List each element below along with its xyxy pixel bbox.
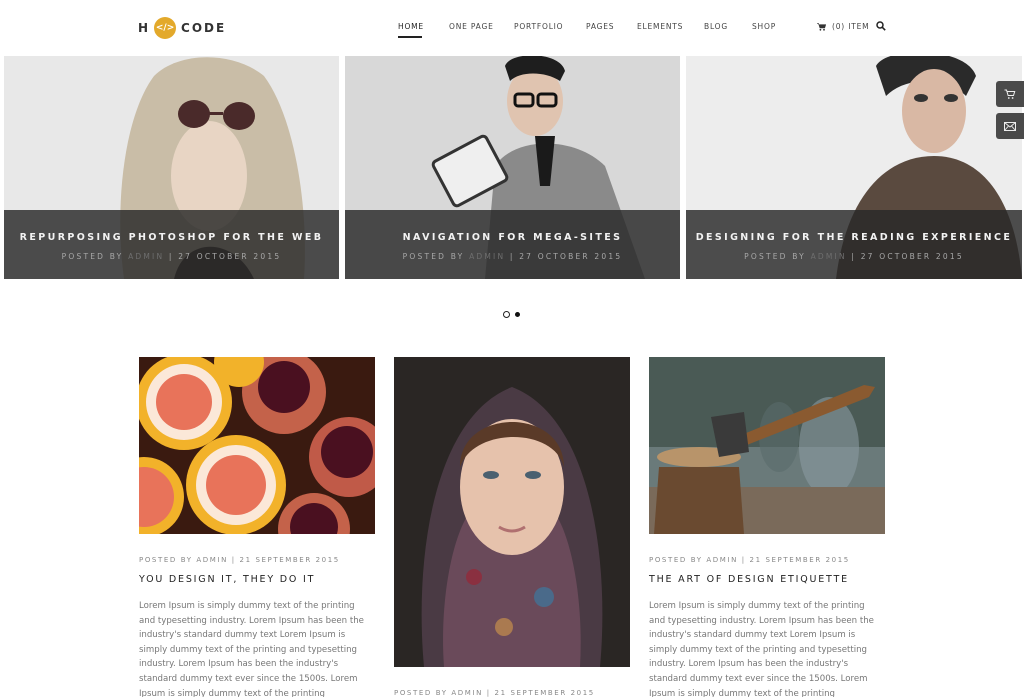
meta-separator: | [851, 252, 857, 261]
post-title[interactable]: THE ART OF DESIGN ETIQUETTE [649, 574, 849, 585]
slider-dot-1[interactable] [503, 311, 510, 318]
nav-item-one-page[interactable]: ONE PAGE [449, 22, 494, 31]
active-nav-underline [398, 36, 422, 38]
post-excerpt: Lorem Ipsum is simply dummy text of the … [649, 601, 874, 697]
post-meta: POSTED BY ADMIN | 21 SEPTEMBER 2015 [394, 689, 595, 697]
post-title[interactable]: YOU DESIGN IT, THEY DO IT [139, 574, 315, 585]
nav-item-pages[interactable]: PAGES [586, 22, 614, 31]
cart-icon [817, 22, 826, 31]
logo[interactable]: H </> CODE [138, 16, 226, 40]
slide-title[interactable]: NAVIGATION FOR MEGA-SITES [345, 232, 680, 243]
post-meta: POSTED BY ADMIN | 21 SEPTEMBER 2015 [649, 556, 850, 564]
nav-item-elements[interactable]: ELEMENTS [637, 22, 683, 31]
posted-by-label: POSTED BY [744, 252, 806, 261]
post-date: 27 OCTOBER 2015 [860, 252, 964, 261]
slide-3[interactable]: DESIGNING FOR THE READING EXPERIENCE POS… [686, 56, 1022, 279]
post-image-grapefruit-pomegranates[interactable] [139, 357, 375, 534]
slide-title[interactable]: REPURPOSING PHOTOSHOP FOR THE WEB [4, 232, 339, 243]
slide-1[interactable]: REPURPOSING PHOTOSHOP FOR THE WEB POSTED… [4, 56, 339, 279]
side-cart-button[interactable] [996, 81, 1024, 107]
cart-icon [1004, 89, 1016, 99]
logo-text-code: CODE [181, 21, 227, 35]
slide-2[interactable]: NAVIGATION FOR MEGA-SITES POSTED BY ADMI… [345, 56, 680, 279]
post-meta: POSTED BY ADMIN | 21 SEPTEMBER 2015 [139, 556, 340, 564]
slide-caption: NAVIGATION FOR MEGA-SITES POSTED BY ADMI… [345, 210, 680, 279]
side-mail-button[interactable] [996, 113, 1024, 139]
post-excerpt: Lorem Ipsum is simply dummy text of the … [139, 601, 364, 697]
post-date: 27 OCTOBER 2015 [178, 252, 282, 261]
post-image-axe-stump[interactable] [649, 357, 885, 534]
slide-meta: POSTED BY ADMIN | 27 OCTOBER 2015 [345, 252, 680, 261]
slide-meta: POSTED BY ADMIN | 27 OCTOBER 2015 [686, 252, 1022, 261]
author-link[interactable]: ADMIN [469, 252, 505, 261]
slider-dot-2[interactable] [515, 312, 520, 317]
post-image-woman-headscarf[interactable] [394, 357, 630, 667]
cart-link[interactable]: (0) ITEM [817, 22, 869, 31]
logo-letter-h: H [138, 21, 151, 35]
meta-separator: | [168, 252, 174, 261]
slider-pagination [503, 311, 520, 318]
slide-meta: POSTED BY ADMIN | 27 OCTOBER 2015 [4, 252, 339, 261]
cart-count-label: (0) ITEM [832, 22, 870, 31]
site-header: H </> CODE HOME ONE PAGE PORTFOLIO PAGES… [0, 0, 1024, 56]
meta-separator: | [509, 252, 515, 261]
posted-by-label: POSTED BY [61, 252, 124, 261]
author-link[interactable]: ADMIN [128, 252, 164, 261]
nav-item-portfolio[interactable]: PORTFOLIO [514, 22, 563, 31]
search-icon[interactable] [876, 21, 886, 31]
slide-caption: DESIGNING FOR THE READING EXPERIENCE POS… [686, 210, 1022, 279]
slide-title[interactable]: DESIGNING FOR THE READING EXPERIENCE [686, 232, 1022, 243]
featured-posts-slider: REPURPOSING PHOTOSHOP FOR THE WEB POSTED… [0, 56, 1024, 280]
post-date: 27 OCTOBER 2015 [519, 252, 623, 261]
logo-code-icon: </> [154, 17, 177, 39]
nav-item-home[interactable]: HOME [398, 22, 424, 31]
nav-item-blog[interactable]: BLOG [704, 22, 728, 31]
posted-by-label: POSTED BY [402, 252, 465, 261]
mail-icon [1004, 121, 1016, 131]
nav-item-shop[interactable]: SHOP [752, 22, 776, 31]
author-link[interactable]: ADMIN [811, 252, 847, 261]
slide-caption: REPURPOSING PHOTOSHOP FOR THE WEB POSTED… [4, 210, 339, 279]
